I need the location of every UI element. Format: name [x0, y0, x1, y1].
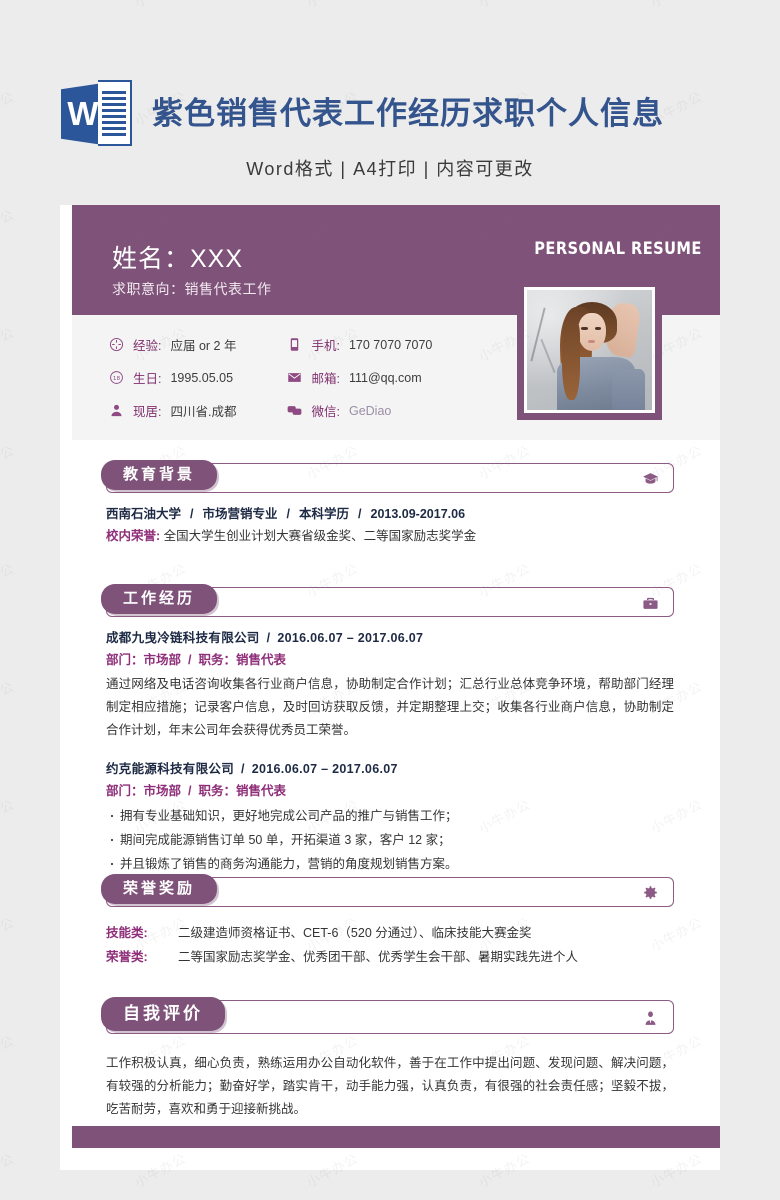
list-item: 拥有专业基础知识，更好地完成公司产品的推广与销售工作； — [106, 803, 674, 828]
contact-label: 经验: — [133, 339, 162, 353]
education-honors-line: 校内荣誉: 全国大学生创业计划大赛省级金奖、二等国家励志奖学金 — [106, 525, 674, 547]
education-dates: 2013.09-2017.06 — [370, 507, 466, 521]
contact-label: 现居: — [133, 405, 162, 419]
mobile-phone-icon — [286, 337, 302, 353]
self-evaluation-text: 工作积极认真，细心负责，熟练运用办公自动化软件，善于在工作中提出问题、发现问题、… — [106, 1056, 674, 1116]
promo-subtitle: Word格式 | A4打印 | 内容可更改 — [246, 159, 534, 179]
contact-item-mobile: 手机: 170 7070 7070 — [286, 335, 432, 354]
section-honors: 荣誉奖励 技能类: 二级建造师资格证书、CET-6（520 分通过）、临床技能大… — [60, 874, 720, 969]
honors-value: 二等国家励志奖学金、优秀团干部、优秀学生会干部、暑期实践先进个人 — [178, 950, 579, 964]
word-logo-letter: W — [67, 95, 99, 132]
work-bullet-list: 拥有专业基础知识，更好地完成公司产品的推广与销售工作； 期间完成能源销售订单 5… — [106, 803, 674, 876]
section-body-self: 工作积极认真，细心负责，熟练运用办公自动化软件，善于在工作中提出问题、发现问题、… — [106, 1052, 674, 1121]
honors-key: 技能类: — [106, 926, 148, 940]
section-title-honors: 荣誉奖励 — [101, 874, 218, 904]
section-title-work: 工作经历 — [101, 584, 218, 614]
candidate-name: 姓名：XXX — [112, 245, 244, 273]
education-honor-label: 校内荣誉: — [106, 529, 161, 543]
contact-value: 170 7070 7070 — [348, 337, 433, 352]
briefcase-icon — [641, 594, 659, 612]
work-dates: 2016.06.07 – 2017.06.07 — [277, 631, 424, 645]
contact-item-location: 现居: 四川省.成都 — [108, 401, 236, 420]
person-tie-icon — [641, 1009, 659, 1027]
honors-key: 荣誉类: — [106, 950, 148, 964]
work-description: 通过网络及电话咨询收集各行业商户信息，协助制定合作计划；汇总行业总体竞争环境，帮… — [106, 677, 674, 737]
work-entry-2: 约克能源科技有限公司/2016.06.07 – 2017.06.07 部门：市场… — [106, 758, 674, 876]
contact-value: 四川省.成都 — [170, 405, 237, 419]
envelope-icon — [286, 370, 302, 386]
work-company: 成都九曳冷链科技有限公司 — [106, 631, 260, 645]
compass-icon — [108, 337, 124, 353]
gear-icon — [641, 884, 659, 902]
promo-title-row: W 紫色销售代表工作经历求职个人信息 — [58, 78, 664, 150]
education-honor-value: 全国大学生创业计划大赛省级金奖、二等国家励志奖学金 — [163, 529, 477, 543]
section-body-honors: 技能类: 二级建造师资格证书、CET-6（520 分通过）、临床技能大赛金奖 荣… — [106, 921, 674, 969]
section-header-self: 自我评价 — [101, 997, 674, 1034]
contact-label: 生日: — [133, 372, 162, 386]
work-dates: 2016.06.07 – 2017.06.07 — [251, 762, 398, 776]
contact-value: 111@qq.com — [348, 370, 422, 385]
section-header-education: 教育背景 — [101, 460, 674, 493]
contact-value: GeDiao — [348, 403, 392, 418]
section-header-work: 工作经历 — [101, 584, 674, 617]
work-dept-role-line: 部门：市场部 / 职务：销售代表 — [106, 653, 287, 667]
section-header-honors: 荣誉奖励 — [101, 874, 674, 907]
education-major: 市场营销专业 — [202, 507, 278, 521]
work-company-line: 约克能源科技有限公司/2016.06.07 – 2017.06.07 — [106, 762, 398, 776]
education-degree: 本科学历 — [299, 507, 350, 521]
work-company-line: 成都九曳冷链科技有限公司/2016.06.07 – 2017.06.07 — [106, 631, 424, 645]
contact-column-left: 经验: 应届 or 2 年 18 生日: 1995.05.05 现居: 四川省.… — [108, 335, 236, 420]
profile-photo — [524, 287, 655, 413]
contact-value: 1995.05.05 — [170, 370, 234, 385]
profile-photo-frame — [517, 280, 662, 420]
section-self-evaluation: 自我评价 工作积极认真，细心负责，熟练运用办公自动化软件，善于在工作中提出问题、… — [60, 997, 720, 1121]
graduation-cap-icon — [641, 470, 659, 488]
contact-item-email: 邮箱: 111@qq.com — [286, 368, 432, 387]
education-line: 西南石油大学 / 市场营销专业 / 本科学历/2013.09-2017.06 — [106, 507, 466, 521]
section-title-self: 自我评价 — [101, 997, 225, 1031]
promo-banner: W 紫色销售代表工作经历求职个人信息 Word格式 | A4打印 | 内容可更改 — [0, 0, 780, 200]
svg-text:18: 18 — [112, 376, 120, 382]
resume-footer-bar — [72, 1126, 720, 1148]
section-title-education: 教育背景 — [101, 460, 218, 490]
honors-row-skill: 技能类: 二级建造师资格证书、CET-6（520 分通过）、临床技能大赛金奖 — [106, 921, 674, 945]
section-body-education: 西南石油大学 / 市场营销专业 / 本科学历/2013.09-2017.06 校内荣誉:… — [106, 503, 674, 547]
wechat-icon — [286, 403, 302, 419]
work-dept-role-line: 部门：市场部 / 职务：销售代表 — [106, 784, 287, 798]
work-department: 部门：市场部 — [106, 653, 182, 667]
birthday-18-icon: 18 — [108, 370, 124, 386]
work-department: 部门：市场部 — [106, 784, 182, 798]
promo-title: 紫色销售代表工作经历求职个人信息 — [152, 96, 664, 131]
list-item: 期间完成能源销售订单 50 单，开拓渠道 3 家，客户 12 家； — [106, 827, 674, 852]
section-education: 教育背景 西南石油大学 / 市场营销专业 / 本科学历/2013.09-2017.06 … — [60, 460, 720, 547]
work-entry-1: 成都九曳冷链科技有限公司/2016.06.07 – 2017.06.07 部门：… — [106, 627, 674, 742]
resume-english-title: PERSONAL RESUME — [534, 239, 702, 259]
resume-page: 姓名：XXX 求职意向：销售代表工作 PERSONAL RESUME 经验: 应… — [60, 205, 720, 1170]
contact-item-birthday: 18 生日: 1995.05.05 — [108, 368, 236, 387]
honors-row-award: 荣誉类: 二等国家励志奖学金、优秀团干部、优秀学生会干部、暑期实践先进个人 — [106, 945, 674, 969]
location-person-icon — [108, 403, 124, 419]
contact-item-wechat: 微信: GeDiao — [286, 401, 432, 420]
list-item: 并且锻炼了销售的商务沟通能力，营销的角度规划销售方案。 — [106, 851, 674, 876]
contact-label: 手机: — [311, 339, 340, 353]
contact-value: 应届 or 2 年 — [170, 339, 237, 353]
honors-value: 二级建造师资格证书、CET-6（520 分通过）、临床技能大赛金奖 — [178, 926, 532, 940]
contact-item-experience: 经验: 应届 or 2 年 — [108, 335, 236, 354]
work-company: 约克能源科技有限公司 — [106, 762, 235, 776]
contact-label: 邮箱: — [311, 372, 340, 386]
word-document-icon: W — [58, 78, 136, 150]
education-school: 西南石油大学 — [106, 507, 182, 521]
contact-column-right: 手机: 170 7070 7070 邮箱: 111@qq.com 微信: GeD… — [286, 335, 432, 420]
job-intent: 求职意向：销售代表工作 — [112, 281, 272, 297]
section-work: 工作经历 成都九曳冷链科技有限公司/2016.06.07 – 2017.06.0… — [60, 584, 720, 876]
work-role: 职务：销售代表 — [198, 653, 287, 667]
contact-label: 微信: — [311, 405, 340, 419]
work-role: 职务：销售代表 — [198, 784, 287, 798]
